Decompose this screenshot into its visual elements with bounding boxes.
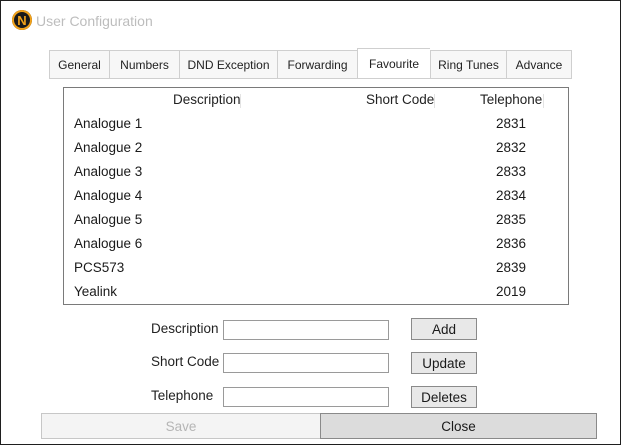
description-label: Description — [151, 321, 219, 336]
list-item[interactable]: Analogue 5 2835 — [64, 209, 568, 233]
favourites-list[interactable]: Description Short Code Telephone Analogu… — [63, 87, 569, 305]
title-bar: N User Configuration — [1, 1, 620, 41]
row-description: Yealink — [74, 284, 118, 299]
save-button[interactable]: Save — [41, 413, 321, 439]
list-item[interactable]: Analogue 3 2833 — [64, 161, 568, 185]
column-separator — [434, 94, 435, 108]
close-button[interactable]: Close — [320, 413, 597, 439]
row-telephone: 2834 — [496, 188, 527, 203]
row-telephone: 2839 — [496, 260, 527, 275]
telephone-label: Telephone — [151, 388, 214, 403]
row-telephone: 2836 — [496, 236, 527, 251]
row-description: PCS573 — [74, 260, 125, 275]
row-telephone: 2835 — [496, 212, 527, 227]
add-button[interactable]: Add — [411, 318, 477, 340]
row-description: Analogue 2 — [74, 140, 143, 155]
tab-numbers[interactable]: Numbers — [109, 50, 179, 79]
list-item[interactable]: Analogue 6 2836 — [64, 233, 568, 257]
row-telephone: 2832 — [496, 140, 527, 155]
tab-underline — [49, 78, 572, 79]
tab-ring-tunes[interactable]: Ring Tunes — [430, 50, 506, 79]
list-item[interactable]: Analogue 2 2832 — [64, 137, 568, 161]
row-description: Analogue 3 — [74, 164, 143, 179]
row-description: Analogue 1 — [74, 116, 143, 131]
user-configuration-window: N User Configuration General Numbers DND… — [0, 0, 621, 445]
row-telephone: 2831 — [496, 116, 527, 131]
row-telephone: 2833 — [496, 164, 527, 179]
tab-favourite[interactable]: Favourite — [357, 48, 430, 79]
row-description: Analogue 6 — [74, 236, 143, 251]
row-description: Analogue 5 — [74, 212, 143, 227]
list-item[interactable]: Analogue 1 2831 — [64, 113, 568, 137]
column-header-telephone[interactable]: Telephone — [480, 92, 542, 107]
row-telephone: 2019 — [496, 284, 527, 299]
delete-button[interactable]: Deletes — [411, 386, 477, 408]
column-separator — [240, 94, 241, 108]
tab-forwarding[interactable]: Forwarding — [277, 50, 357, 79]
list-item[interactable]: PCS573 2839 — [64, 257, 568, 281]
app-logo-icon: N — [12, 10, 32, 30]
list-item[interactable]: Analogue 4 2834 — [64, 185, 568, 209]
column-header-short-code[interactable]: Short Code — [366, 92, 434, 107]
tab-bar: General Numbers DND Exception Forwarding… — [49, 48, 572, 79]
column-header-description[interactable]: Description — [173, 92, 241, 107]
row-description: Analogue 4 — [74, 188, 143, 203]
column-separator — [543, 94, 544, 108]
list-item[interactable]: Yealink 2019 — [64, 281, 568, 305]
description-input[interactable] — [223, 320, 389, 340]
short-code-label: Short Code — [151, 354, 220, 369]
telephone-input[interactable] — [223, 387, 389, 407]
tab-dnd-exception[interactable]: DND Exception — [179, 50, 277, 79]
tab-advance[interactable]: Advance — [506, 50, 572, 79]
window-title: User Configuration — [36, 13, 153, 29]
tab-general[interactable]: General — [49, 50, 109, 79]
short-code-input[interactable] — [223, 353, 389, 373]
update-button[interactable]: Update — [411, 352, 477, 374]
